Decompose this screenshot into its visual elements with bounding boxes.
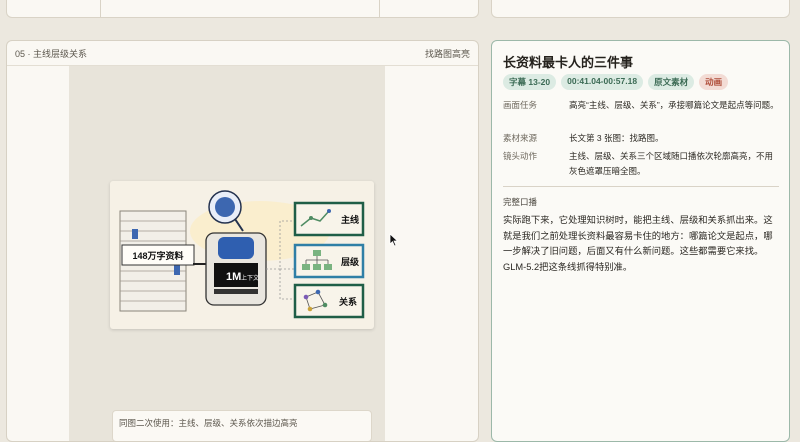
scene-action-label[interactable]: 找路图高亮: [425, 47, 470, 60]
timecode-tag: 00:41.04-00:57.18: [561, 74, 644, 90]
narration-text: 实际跑下来，它处理知识树时，能把主线、层级和关系抓出来。这就是我们之前处理长资料…: [503, 215, 773, 272]
scene-preview-panel: 05 · 主线层级关系 找路图高亮 148万字资料 1M 上下文 主线 层级 关…: [6, 40, 479, 442]
field-source: 素材来源 长文第 3 张图：找路图。: [503, 131, 779, 146]
scene-detail-panel: 长资料最卡人的三件事 字幕 13-20 00:41.04-00:57.18 原文…: [491, 40, 790, 442]
narration-label: 完整口播: [503, 197, 538, 207]
field-visual-task: 画面任务 高亮“主线、层级、关系”，承接哪篇论文是起点等问题。: [503, 98, 779, 113]
field-key: 镜头动作: [503, 151, 538, 161]
scene-title: 05 · 主线层级关系: [15, 48, 88, 59]
scene-header: 05 · 主线层级关系 找路图高亮: [7, 41, 478, 66]
field-key: 素材来源: [503, 133, 538, 143]
field-value: 主线、层级、关系三个区域随口播依次轮廓高亮，不用灰色遮罩压暗全图。: [569, 151, 774, 176]
field-value: 长文第 3 张图：找路图。: [569, 133, 664, 143]
divider: [503, 186, 779, 187]
illustration-graphic: 148万字资料 1M 上下文 主线 层级 关系: [119, 190, 365, 319]
subtitle-range-tag: 字幕 13-20: [503, 74, 557, 90]
mouse-cursor-icon: [389, 233, 399, 247]
previous-card-right: [491, 0, 790, 18]
field-key: 画面任务: [503, 100, 538, 110]
scene-detail-title: 长资料最卡人的三件事: [503, 55, 634, 70]
previous-card-left: [6, 0, 479, 18]
path-map-illustration: 148万字资料 1M 上下文 主线 层级 关系: [110, 181, 374, 329]
card-relation-label: 关系: [339, 296, 357, 307]
stack-label: 148万字资料: [132, 250, 183, 261]
card-hierarchy-label: 层级: [341, 256, 360, 267]
tag-list: 字幕 13-20 00:41.04-00:57.18 原文素材 动画: [503, 74, 729, 90]
card-mainline-label: 主线: [341, 214, 359, 225]
scene-caption: 同图二次使用：主线、层级、关系依次描边高亮: [112, 410, 372, 441]
chip-label: 1M: [226, 271, 241, 283]
animation-tag: 动画: [699, 74, 729, 90]
source-type-tag: 原文素材: [648, 74, 695, 90]
scene-caption-text: 同图二次使用：主线、层级、关系依次描边高亮: [119, 418, 298, 428]
chip-sublabel: 上下文: [241, 274, 259, 282]
paper-stack-icon: [119, 210, 195, 312]
field-camera-action: 镜头动作 主线、层级、关系三个区域随口播依次轮廓高亮，不用灰色遮罩压暗全图。: [503, 149, 779, 179]
field-value: 高亮“主线、层级、关系”，承接哪篇论文是起点等问题。: [569, 100, 779, 110]
